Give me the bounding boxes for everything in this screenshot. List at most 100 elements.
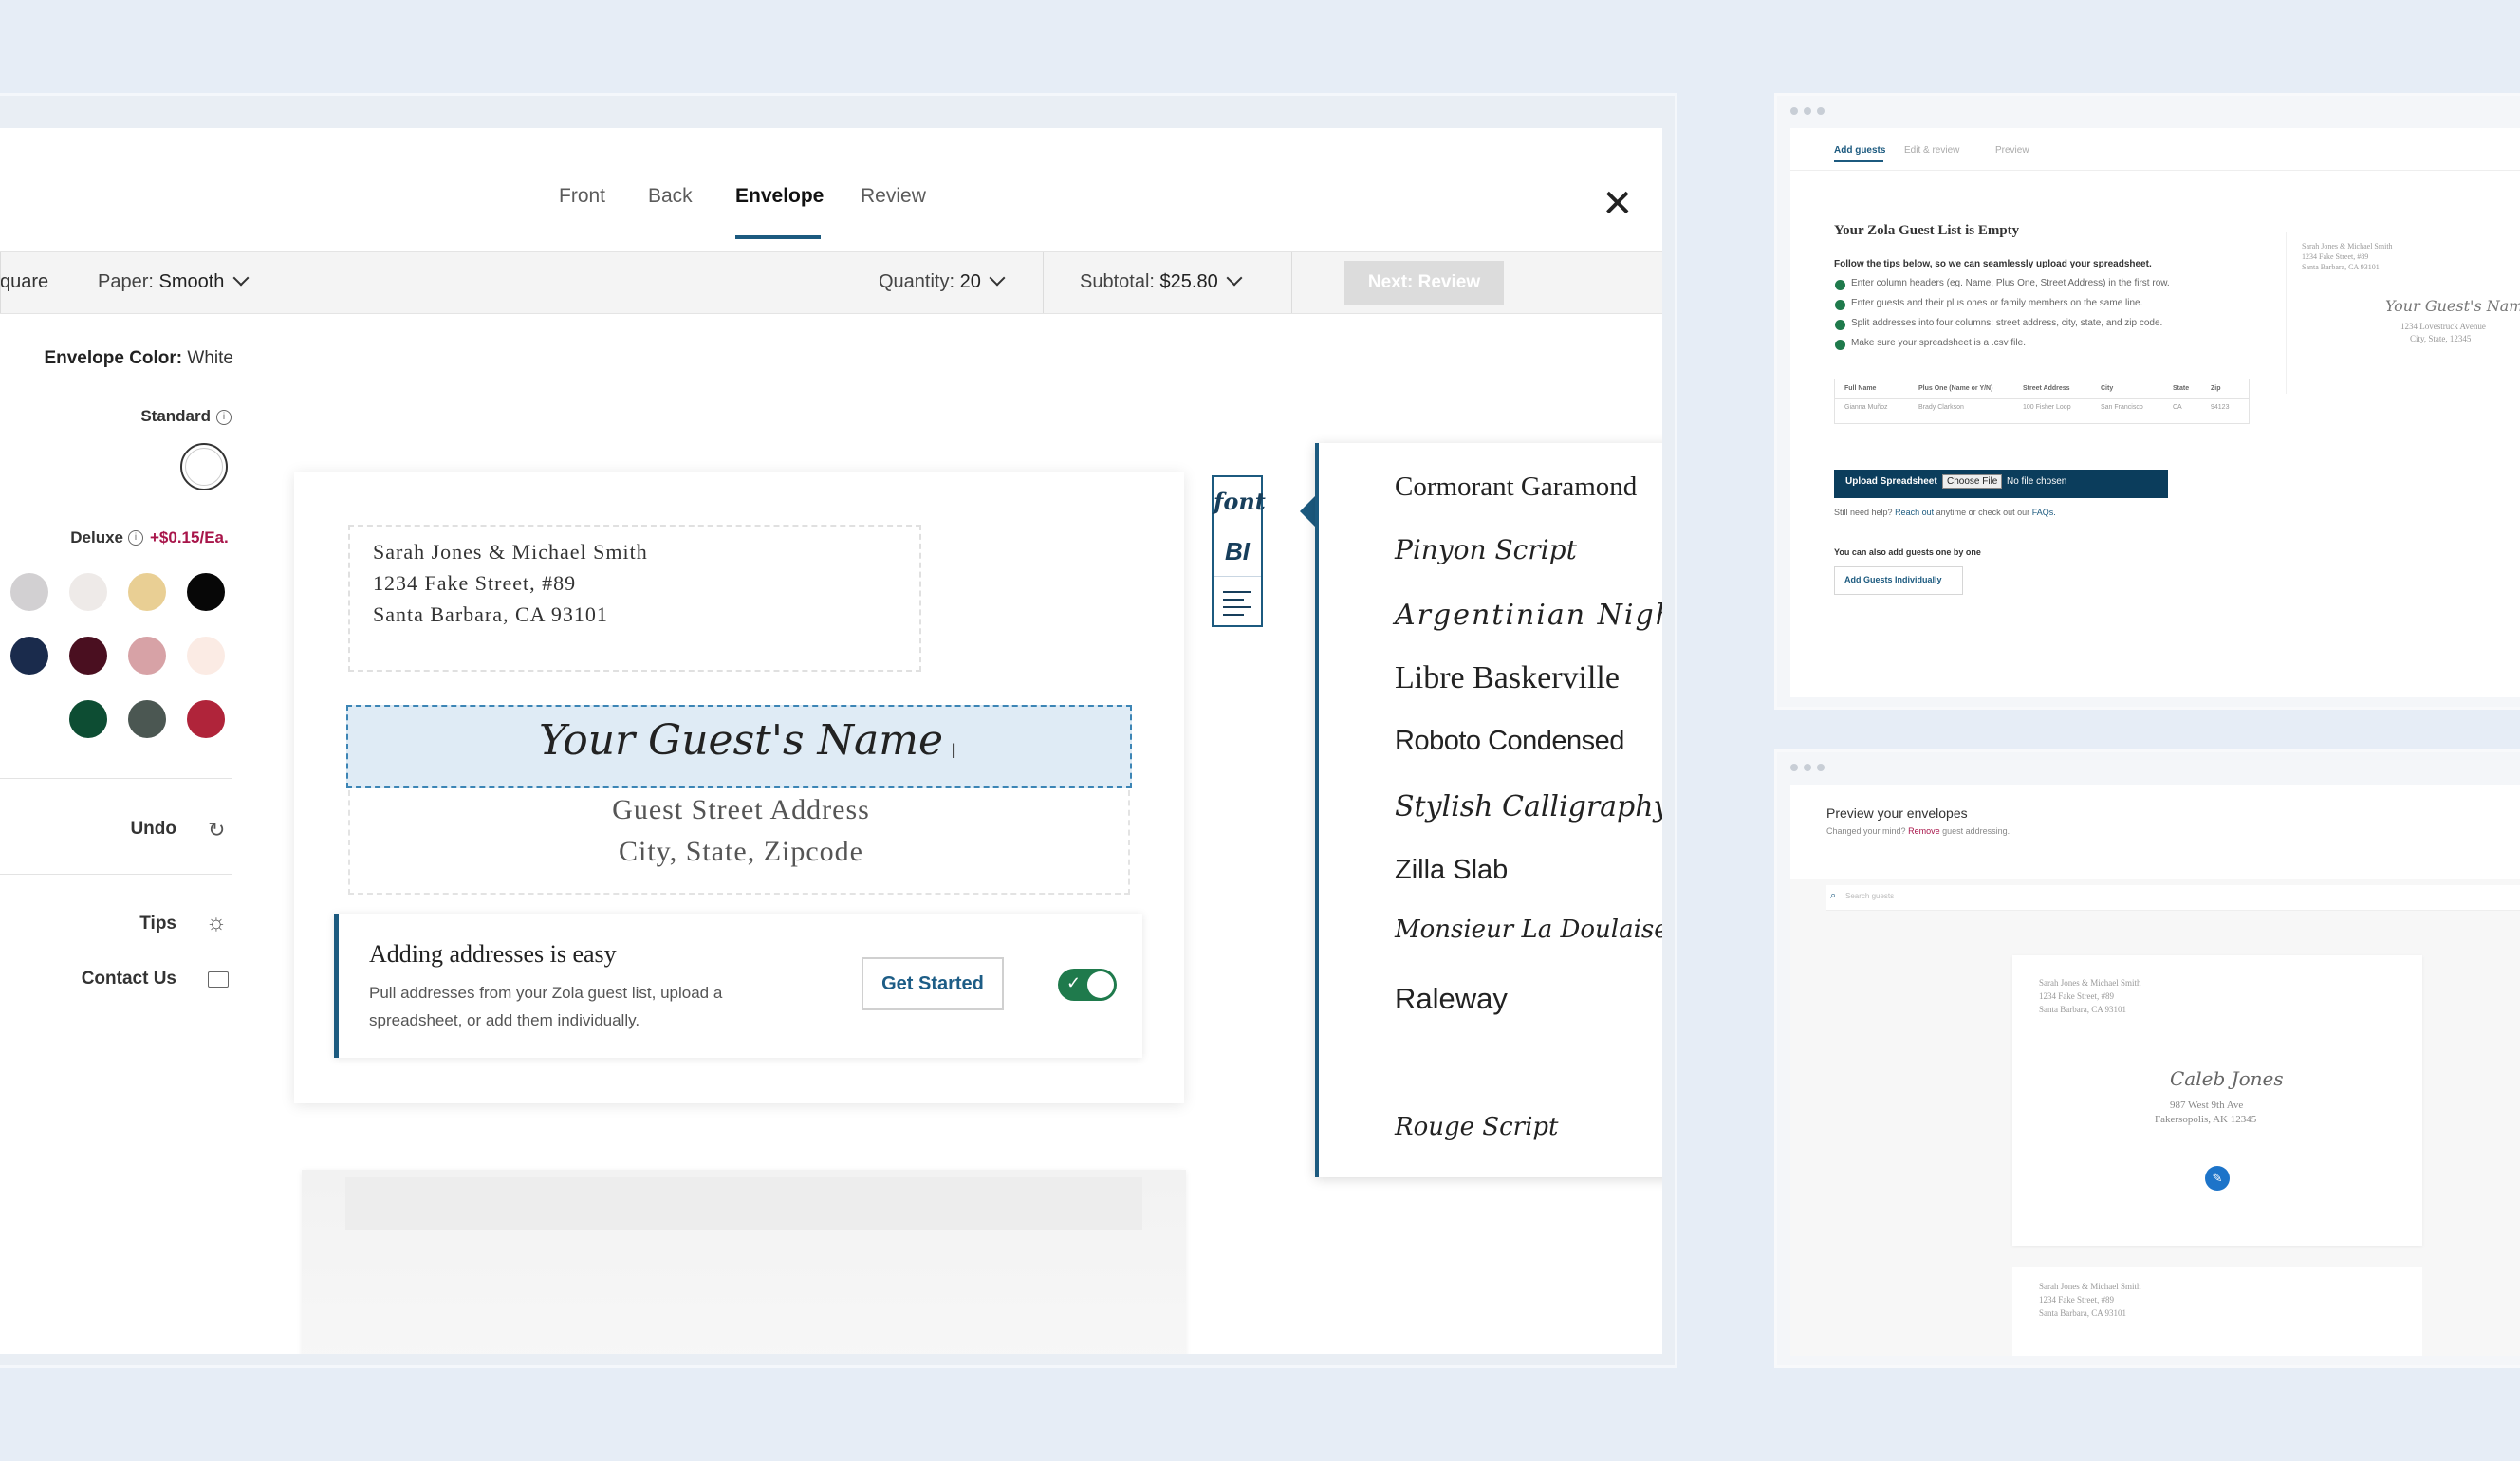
font-option[interactable]: Rouge Script [1395, 1113, 1558, 1141]
align-icon[interactable] [1214, 576, 1261, 625]
address-line: 1234 Lovestruck Avenue [2400, 322, 2486, 331]
font-option[interactable]: Cormorant Garamond [1395, 472, 1637, 503]
color-swatch[interactable] [69, 700, 107, 738]
swatch-white-selected[interactable] [180, 443, 228, 490]
envelope-back-preview [302, 1170, 1186, 1354]
font-option[interactable]: Stylish Calligraphy [1395, 790, 1662, 823]
lightbulb-icon[interactable]: ☼ [206, 910, 227, 936]
tab-front[interactable]: Front [559, 185, 605, 208]
color-swatch[interactable] [128, 637, 166, 675]
edit-icon[interactable]: ✎ [2205, 1166, 2230, 1191]
guest-street: Guest Street Address [612, 794, 870, 825]
reach-out-link[interactable]: Reach out [1895, 508, 1934, 517]
step-preview[interactable]: Preview [1995, 145, 2029, 156]
check-icon: ✓ [1066, 973, 1082, 992]
color-swatch[interactable] [10, 637, 48, 675]
contact-us-label[interactable]: Contact Us [0, 969, 176, 989]
add-guests-individually-button[interactable]: Add Guests Individually [1834, 566, 1963, 595]
toggle-knob [1087, 971, 1114, 998]
upload-spreadsheet-bar[interactable]: Upload Spreadsheet Choose File No file c… [1834, 470, 2168, 498]
choose-file-button[interactable]: Choose File [1942, 474, 2003, 489]
text-cursor-icon: I [951, 739, 957, 763]
table-header: Zip [2211, 385, 2221, 392]
guest-name-field[interactable]: Your Guest's Name I [346, 705, 1132, 788]
tab-review[interactable]: Review [861, 185, 926, 208]
one-by-one-text: You can also add guests one by one [1834, 547, 1981, 557]
font-option[interactable]: Zilla Slab [1395, 855, 1508, 886]
tab-back[interactable]: Back [648, 185, 693, 208]
sample-table: Full Name Plus One (Name or Y/N) Street … [1834, 379, 2250, 424]
table-cell: 100 Fisher Loop [2023, 404, 2071, 411]
check-icon [1835, 320, 1845, 330]
step-edit-review[interactable]: Edit & review [1904, 145, 1959, 156]
tips-label[interactable]: Tips [0, 914, 176, 934]
faqs-link[interactable]: FAQs. [2032, 508, 2056, 517]
address-line: 987 West 9th Ave [2170, 1100, 2244, 1111]
font-option[interactable]: Libre Baskerville [1395, 660, 1620, 696]
undo-icon[interactable]: ↻ [208, 818, 225, 842]
help-text: Still need help? Reach out anytime or ch… [1834, 508, 2056, 517]
table-cell: CA [2173, 404, 2182, 411]
subtotal-selector[interactable]: Subtotal: $25.80 [1080, 269, 1243, 293]
table-cell: Brady Clarkson [1918, 404, 1964, 411]
deluxe-price: +$0.15/Ea. [150, 528, 229, 546]
chevron-down-icon [989, 269, 1006, 287]
active-tab-indicator [735, 235, 821, 239]
font-option[interactable]: Argentinian Nights [1395, 599, 1662, 632]
table-header: Street Address [2023, 385, 2070, 392]
color-swatch[interactable] [128, 573, 166, 611]
divider [0, 778, 232, 779]
chevron-down-icon [232, 269, 250, 287]
font-picker-icon[interactable]: font [1214, 477, 1266, 527]
color-swatch[interactable] [128, 700, 166, 738]
sample-envelope: Sarah Jones & Michael Smith 1234 Fake St… [2286, 232, 2520, 394]
guest-name-text: Your Guest's Name [2385, 297, 2520, 315]
color-swatch[interactable] [10, 573, 48, 611]
options-toolbar: quare Paper: Smooth Quantity: 20 Subtota… [0, 251, 1662, 314]
format-toolbar: font BI [1212, 475, 1266, 627]
remove-link[interactable]: Remove [1908, 826, 1940, 836]
search-icon: ⌕ [1830, 890, 1837, 901]
font-option[interactable]: Roboto Condensed [1395, 726, 1624, 757]
return-line: Santa Barbara, CA 93101 [2039, 1005, 2126, 1014]
undo-label[interactable]: Undo [0, 819, 176, 840]
return-line: Sarah Jones & Michael Smith [2039, 978, 2141, 988]
font-option[interactable]: Raleway [1395, 982, 1508, 1016]
info-icon[interactable]: i [216, 410, 232, 425]
quantity-selector[interactable]: Quantity: 20 [879, 269, 1006, 293]
guest-name-text: Your Guest's Name [538, 716, 943, 765]
table-header: Full Name [1844, 385, 1877, 392]
table-header: Plus One (Name or Y/N) [1918, 385, 1993, 392]
get-started-button[interactable]: Get Started [862, 957, 1004, 1010]
return-line: Santa Barbara, CA 93101 [2302, 263, 2380, 271]
address-toggle[interactable]: ✓ [1058, 969, 1117, 1001]
paper-selector[interactable]: Paper: Smooth [98, 269, 250, 293]
guest-name-text: Caleb Jones [2170, 1067, 2284, 1090]
color-swatch[interactable] [69, 637, 107, 675]
editor-panel: Front Back Envelope Review ✕ quare Paper… [0, 128, 1662, 1354]
return-line: Santa Barbara, CA 93101 [2039, 1308, 2126, 1318]
guest-address-box[interactable]: Guest Street Address City, State, Zipcod… [348, 790, 1130, 895]
font-option[interactable]: Pinyon Script [1395, 534, 1577, 565]
return-address-box[interactable]: Sarah Jones & Michael Smith 1234 Fake St… [348, 525, 921, 672]
color-swatch[interactable] [69, 573, 107, 611]
preview-title: Preview your envelopes [1826, 805, 1968, 821]
shape-selector[interactable]: quare [0, 271, 48, 293]
color-swatch[interactable] [187, 573, 225, 611]
tab-envelope[interactable]: Envelope [735, 185, 824, 208]
step-add-guests[interactable]: Add guests [1834, 145, 1885, 156]
bold-italic-icon[interactable]: BI [1214, 527, 1261, 577]
font-option[interactable]: Monsieur La Doulaise [1395, 915, 1662, 944]
search-placeholder: Search guests [1845, 892, 1895, 900]
color-swatch[interactable] [187, 637, 225, 675]
color-swatch[interactable] [187, 700, 225, 738]
toolbar-divider [1291, 252, 1292, 313]
info-icon[interactable]: i [128, 530, 143, 546]
close-icon[interactable]: ✕ [1602, 185, 1634, 223]
return-line: 1234 Fake Street, #89 [2039, 1295, 2114, 1304]
search-guests-input[interactable]: ⌕ Search guests [1826, 885, 2520, 911]
chat-icon[interactable] [208, 971, 229, 988]
table-header: City [2101, 385, 2114, 392]
guest-list-title: Your Zola Guest List is Empty [1834, 223, 2020, 238]
next-review-button[interactable]: Next: Review [1344, 261, 1504, 305]
